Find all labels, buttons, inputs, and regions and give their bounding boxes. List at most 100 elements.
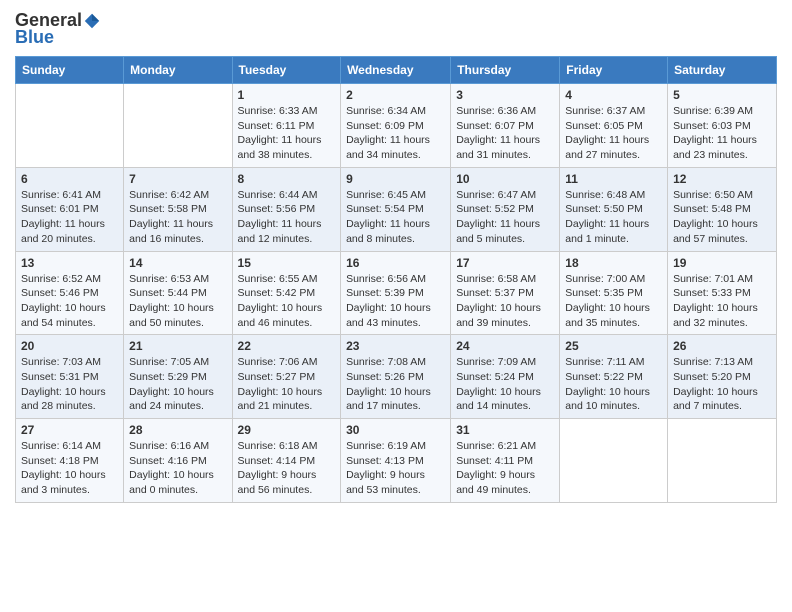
day-info: Sunrise: 7:03 AM Sunset: 5:31 PM Dayligh… xyxy=(21,355,118,414)
calendar-day-cell: 14Sunrise: 6:53 AM Sunset: 5:44 PM Dayli… xyxy=(124,251,232,335)
day-info: Sunrise: 7:01 AM Sunset: 5:33 PM Dayligh… xyxy=(673,272,771,331)
day-info: Sunrise: 7:06 AM Sunset: 5:27 PM Dayligh… xyxy=(238,355,336,414)
calendar-day-cell: 10 Sunrise: 6:47 AM Sunset: 5:52 PM Dayli… xyxy=(451,167,560,251)
calendar-day-cell: 12 Sunrise: 6:50 AM Sunset: 5:48 PM Dayli… xyxy=(668,167,777,251)
day-number: 1 xyxy=(238,88,336,102)
calendar-day-cell: 18Sunrise: 7:00 AM Sunset: 5:35 PM Dayli… xyxy=(560,251,668,335)
calendar-day-cell: 21 Sunrise: 7:05 AM Sunset: 5:29 PM Dayli… xyxy=(124,335,232,419)
day-number: 28 xyxy=(129,423,226,437)
calendar-day-cell: 11 Sunrise: 6:48 AM Sunset: 5:50 PM Dayli… xyxy=(560,167,668,251)
day-number: 20 xyxy=(21,339,118,353)
calendar-week-row: 6Sunrise: 6:41 AM Sunset: 6:01 PM Daylig… xyxy=(16,167,777,251)
day-info: Sunrise: 7:08 AM Sunset: 5:26 PM Dayligh… xyxy=(346,355,445,414)
day-number: 24 xyxy=(456,339,554,353)
day-info: Sunrise: 6:37 AM Sunset: 6:05 PM Dayligh… xyxy=(565,104,662,163)
day-info: Sunrise: 6:48 AM Sunset: 5:50 PM Dayligh… xyxy=(565,188,662,247)
logo-icon xyxy=(83,12,101,30)
day-info: Sunrise: 7:09 AM Sunset: 5:24 PM Dayligh… xyxy=(456,355,554,414)
calendar-day-cell: 25 Sunrise: 7:11 AM Sunset: 5:22 PM Dayli… xyxy=(560,335,668,419)
day-number: 29 xyxy=(238,423,336,437)
day-info: Sunrise: 6:36 AM Sunset: 6:07 PM Dayligh… xyxy=(456,104,554,163)
logo-blue-text: Blue xyxy=(15,27,54,48)
day-info: Sunrise: 6:39 AM Sunset: 6:03 PM Dayligh… xyxy=(673,104,771,163)
header: General Blue xyxy=(15,10,777,48)
calendar-day-cell xyxy=(124,84,232,168)
calendar-day-cell: 31 Sunrise: 6:21 AM Sunset: 4:11 PM Dayli… xyxy=(451,419,560,503)
day-of-week-header: Wednesday xyxy=(341,57,451,84)
calendar-week-row: 27 Sunrise: 6:14 AM Sunset: 4:18 PM Dayli… xyxy=(16,419,777,503)
day-number: 5 xyxy=(673,88,771,102)
day-info: Sunrise: 6:52 AM Sunset: 5:46 PM Dayligh… xyxy=(21,272,118,331)
calendar-day-cell: 24 Sunrise: 7:09 AM Sunset: 5:24 PM Dayli… xyxy=(451,335,560,419)
day-number: 27 xyxy=(21,423,118,437)
day-of-week-header: Thursday xyxy=(451,57,560,84)
calendar-day-cell: 1 Sunrise: 6:33 AM Sunset: 6:11 PM Daylig… xyxy=(232,84,341,168)
calendar-table: SundayMondayTuesdayWednesdayThursdayFrid… xyxy=(15,56,777,503)
calendar-day-cell: 4 Sunrise: 6:37 AM Sunset: 6:05 PM Daylig… xyxy=(560,84,668,168)
calendar-day-cell: 17 Sunrise: 6:58 AM Sunset: 5:37 PM Dayli… xyxy=(451,251,560,335)
day-number: 23 xyxy=(346,339,445,353)
day-number: 14 xyxy=(129,256,226,270)
calendar-day-cell xyxy=(16,84,124,168)
day-info: Sunrise: 6:58 AM Sunset: 5:37 PM Dayligh… xyxy=(456,272,554,331)
calendar-day-cell: 22 Sunrise: 7:06 AM Sunset: 5:27 PM Dayli… xyxy=(232,335,341,419)
calendar-day-cell: 6Sunrise: 6:41 AM Sunset: 6:01 PM Daylig… xyxy=(16,167,124,251)
calendar-day-cell: 28 Sunrise: 6:16 AM Sunset: 4:16 PM Dayli… xyxy=(124,419,232,503)
day-info: Sunrise: 6:19 AM Sunset: 4:13 PM Dayligh… xyxy=(346,439,445,498)
day-number: 17 xyxy=(456,256,554,270)
day-number: 16 xyxy=(346,256,445,270)
calendar-day-cell xyxy=(668,419,777,503)
day-of-week-header: Sunday xyxy=(16,57,124,84)
day-info: Sunrise: 6:16 AM Sunset: 4:16 PM Dayligh… xyxy=(129,439,226,498)
day-info: Sunrise: 6:33 AM Sunset: 6:11 PM Dayligh… xyxy=(238,104,336,163)
day-info: Sunrise: 6:14 AM Sunset: 4:18 PM Dayligh… xyxy=(21,439,118,498)
day-number: 9 xyxy=(346,172,445,186)
day-number: 12 xyxy=(673,172,771,186)
calendar-day-cell: 9 Sunrise: 6:45 AM Sunset: 5:54 PM Daylig… xyxy=(341,167,451,251)
day-info: Sunrise: 6:45 AM Sunset: 5:54 PM Dayligh… xyxy=(346,188,445,247)
day-number: 19 xyxy=(673,256,771,270)
day-info: Sunrise: 6:18 AM Sunset: 4:14 PM Dayligh… xyxy=(238,439,336,498)
calendar-day-cell: 23 Sunrise: 7:08 AM Sunset: 5:26 PM Dayli… xyxy=(341,335,451,419)
day-info: Sunrise: 6:34 AM Sunset: 6:09 PM Dayligh… xyxy=(346,104,445,163)
logo: General Blue xyxy=(15,10,101,48)
calendar-day-cell: 19 Sunrise: 7:01 AM Sunset: 5:33 PM Dayli… xyxy=(668,251,777,335)
calendar-day-cell: 3 Sunrise: 6:36 AM Sunset: 6:07 PM Daylig… xyxy=(451,84,560,168)
calendar-week-row: 13 Sunrise: 6:52 AM Sunset: 5:46 PM Dayli… xyxy=(16,251,777,335)
day-info: Sunrise: 7:05 AM Sunset: 5:29 PM Dayligh… xyxy=(129,355,226,414)
calendar-day-cell: 5 Sunrise: 6:39 AM Sunset: 6:03 PM Daylig… xyxy=(668,84,777,168)
day-info: Sunrise: 6:42 AM Sunset: 5:58 PM Dayligh… xyxy=(129,188,226,247)
day-of-week-header: Friday xyxy=(560,57,668,84)
day-number: 31 xyxy=(456,423,554,437)
calendar-day-cell: 29 Sunrise: 6:18 AM Sunset: 4:14 PM Dayli… xyxy=(232,419,341,503)
day-info: Sunrise: 6:50 AM Sunset: 5:48 PM Dayligh… xyxy=(673,188,771,247)
day-number: 11 xyxy=(565,172,662,186)
day-info: Sunrise: 6:21 AM Sunset: 4:11 PM Dayligh… xyxy=(456,439,554,498)
day-number: 25 xyxy=(565,339,662,353)
day-info: Sunrise: 6:44 AM Sunset: 5:56 PM Dayligh… xyxy=(238,188,336,247)
day-number: 6 xyxy=(21,172,118,186)
day-number: 10 xyxy=(456,172,554,186)
day-number: 30 xyxy=(346,423,445,437)
calendar-day-cell: 8 Sunrise: 6:44 AM Sunset: 5:56 PM Daylig… xyxy=(232,167,341,251)
day-number: 13 xyxy=(21,256,118,270)
day-number: 18 xyxy=(565,256,662,270)
calendar-day-cell: 15Sunrise: 6:55 AM Sunset: 5:42 PM Dayli… xyxy=(232,251,341,335)
day-number: 3 xyxy=(456,88,554,102)
day-info: Sunrise: 6:56 AM Sunset: 5:39 PM Dayligh… xyxy=(346,272,445,331)
calendar-week-row: 20 Sunrise: 7:03 AM Sunset: 5:31 PM Dayli… xyxy=(16,335,777,419)
calendar-day-cell: 13 Sunrise: 6:52 AM Sunset: 5:46 PM Dayli… xyxy=(16,251,124,335)
day-number: 21 xyxy=(129,339,226,353)
day-info: Sunrise: 6:55 AM Sunset: 5:42 PM Dayligh… xyxy=(238,272,336,331)
day-number: 4 xyxy=(565,88,662,102)
day-info: Sunrise: 6:47 AM Sunset: 5:52 PM Dayligh… xyxy=(456,188,554,247)
day-of-week-header: Monday xyxy=(124,57,232,84)
day-of-week-header: Saturday xyxy=(668,57,777,84)
day-number: 2 xyxy=(346,88,445,102)
day-number: 22 xyxy=(238,339,336,353)
calendar-container: General Blue SundayMondayTuesdayWednesda… xyxy=(0,0,792,518)
day-info: Sunrise: 7:11 AM Sunset: 5:22 PM Dayligh… xyxy=(565,355,662,414)
day-number: 26 xyxy=(673,339,771,353)
calendar-day-cell: 20 Sunrise: 7:03 AM Sunset: 5:31 PM Dayli… xyxy=(16,335,124,419)
day-number: 8 xyxy=(238,172,336,186)
